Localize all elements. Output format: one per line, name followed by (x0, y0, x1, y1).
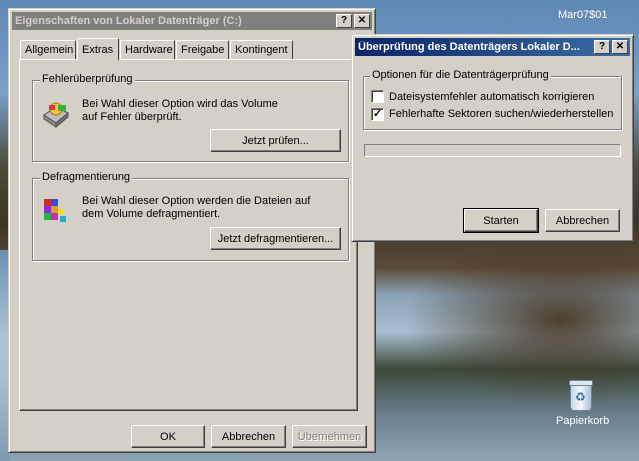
recycle-bin-label: Papierkorb (556, 415, 610, 427)
disk-check-icon (43, 102, 69, 129)
defrag-icon (44, 199, 66, 222)
error-check-legend: Fehlerüberprüfung (40, 73, 135, 85)
check-dialog-titlebar[interactable]: Überprüfung des Datenträgers Lokaler D..… (355, 38, 630, 56)
fix-errors-label[interactable]: Dateisystemfehler automatisch korrigiere… (389, 91, 594, 104)
defrag-now-button[interactable]: Jetzt defragmentieren... (210, 227, 341, 250)
defrag-text-2: dem Volume defragmentiert. (82, 208, 221, 220)
tab-hardware[interactable]: Hardware (120, 40, 175, 59)
fix-errors-checkbox[interactable] (371, 90, 384, 103)
defrag-text-1: Bei Wahl dieser Option werden die Dateie… (82, 195, 311, 207)
cancel-button[interactable]: Abbrechen (211, 425, 286, 448)
tab-extras[interactable]: Extras (77, 38, 119, 61)
start-button[interactable]: Starten (463, 208, 539, 233)
dialog-cancel-button[interactable]: Abbrechen (545, 209, 620, 232)
desktop-clock: Mar07$01 (558, 9, 608, 21)
defrag-legend: Defragmentierung (40, 171, 133, 183)
close-button[interactable]: ✕ (354, 14, 370, 28)
recycle-bin-shortcut[interactable]: Papierkorb (556, 380, 610, 427)
tab-freigabe[interactable]: Freigabe (176, 40, 229, 59)
properties-titlebar[interactable]: Eigenschaften von Lokaler Datenträger (C… (12, 12, 372, 30)
tab-allgemein[interactable]: Allgemein (20, 40, 76, 59)
ok-button[interactable]: OK (131, 425, 205, 448)
apply-button[interactable]: Übernehmen (292, 425, 367, 448)
scan-sectors-label[interactable]: Fehlerhafte Sektoren suchen/wiederherste… (389, 108, 613, 121)
check-options-legend: Optionen für die Datenträgerprüfung (370, 69, 551, 81)
check-now-button[interactable]: Jetzt prüfen... (210, 129, 341, 152)
scan-sectors-checkbox[interactable]: ✓ (371, 108, 384, 121)
check-progress-bar (364, 144, 621, 157)
error-check-text-2: auf Fehler überprüft. (82, 111, 182, 123)
check-dialog-title: Überprüfung des Datenträgers Lokaler D..… (358, 41, 580, 53)
recycle-bin-icon (569, 380, 593, 411)
properties-title: Eigenschaften von Lokaler Datenträger (C… (15, 15, 242, 27)
help-button[interactable]: ? (594, 40, 610, 54)
help-button[interactable]: ? (336, 14, 352, 28)
error-check-text-1: Bei Wahl dieser Option wird das Volume (82, 98, 278, 110)
close-button[interactable]: ✕ (612, 40, 628, 54)
tab-kontingent[interactable]: Kontingent (230, 40, 293, 59)
